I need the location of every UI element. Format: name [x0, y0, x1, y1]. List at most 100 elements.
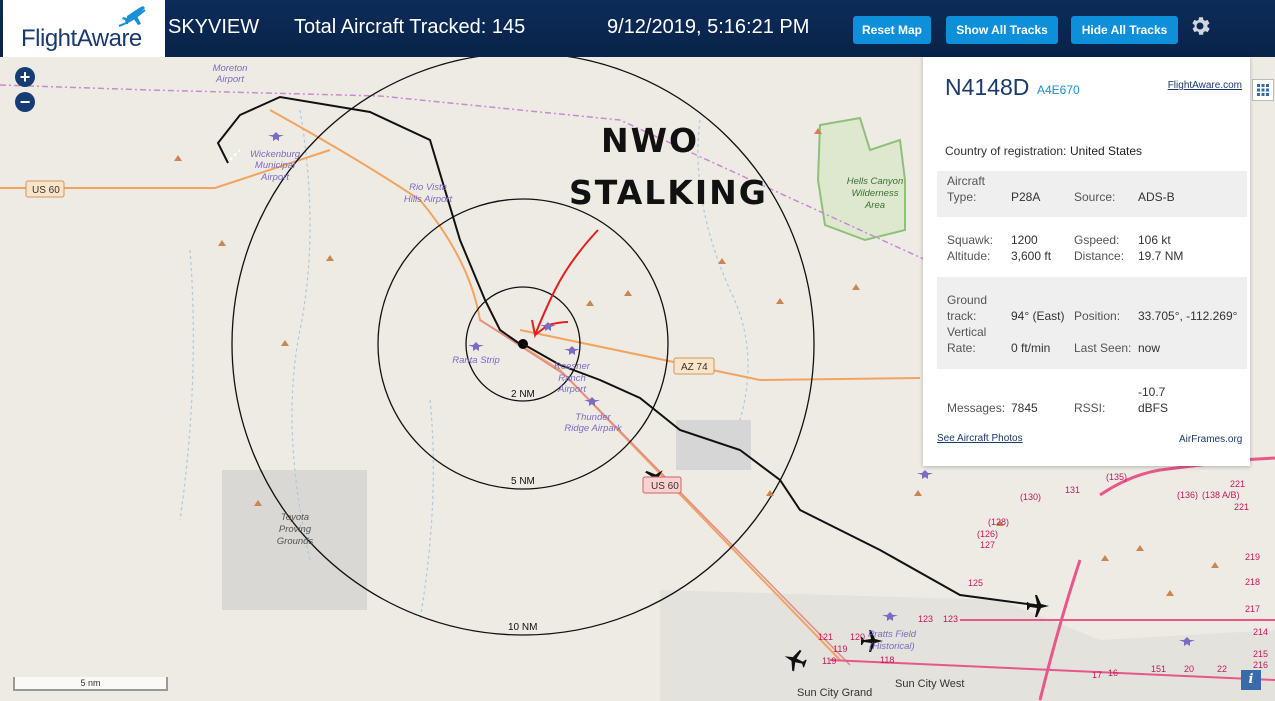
country-label: Country of registration: [945, 144, 1067, 158]
place-label: Pratts Field [868, 629, 917, 640]
vertical-rate-label: Vertical Rate: [947, 325, 987, 355]
place-label: Rio Vista [409, 182, 447, 193]
route-number: 216 [1253, 660, 1268, 670]
place-label: Sun City West [895, 678, 965, 690]
route-number: 119 [822, 656, 836, 666]
route-number: 219 [1245, 552, 1260, 562]
position-value: 33.705°, -112.269° [1138, 309, 1238, 323]
place-label: Airport [215, 74, 244, 85]
top-bar: FlightAware SKYVIEW Total Aircraft Track… [0, 0, 1275, 57]
flightaware-link[interactable]: FlightAware.com [1168, 80, 1242, 91]
gray-block [676, 420, 751, 470]
distance-value: 19.7 NM [1138, 249, 1184, 263]
annotation-text-line1: NWO [601, 121, 700, 160]
route-number: (135) [1106, 472, 1127, 482]
route-number: (128) [988, 517, 1009, 527]
country-value: United States [1070, 144, 1143, 158]
route-number: 215 [1253, 649, 1268, 659]
place-label: Area [864, 200, 885, 211]
logo-text: FlightAware [21, 25, 142, 52]
aircraft-hex: A4E670 [1037, 83, 1080, 97]
range-ring-label: 5 NM [511, 476, 535, 487]
route-number: (136) [1177, 490, 1198, 500]
ground-track-value: 94° (East) [1011, 309, 1065, 323]
place-label: Grounds [277, 536, 314, 547]
route-number: 151 [1151, 664, 1166, 674]
route-number: 125 [968, 578, 983, 588]
route-number: 16 [1108, 668, 1118, 678]
flightaware-logo[interactable]: FlightAware [3, 0, 165, 57]
route-number: 119 [833, 644, 847, 654]
last-seen-label: Last Seen: [1074, 341, 1132, 355]
squawk-label: Squawk: [947, 233, 994, 247]
aircraft-type-label: Aircraft Type: [947, 174, 986, 204]
hide-all-tracks-button[interactable]: Hide All Tracks [1071, 16, 1178, 44]
route-number: 118 [880, 655, 894, 665]
place-label: Moreton [213, 63, 248, 74]
info-icon[interactable]: i [1241, 670, 1261, 690]
place-label: Ranta Strip [452, 355, 500, 366]
show-all-tracks-button[interactable]: Show All Tracks [946, 16, 1058, 44]
route-number: 121 [818, 632, 833, 642]
squawk-value: 1200 [1011, 233, 1038, 247]
route-number: 22 [1217, 664, 1227, 674]
route-number: 221 [1230, 479, 1245, 489]
total-aircraft-tracked: Total Aircraft Tracked: 145 [294, 16, 526, 38]
place-label: (Historical) [869, 641, 914, 652]
messages-value: 7845 [1011, 401, 1038, 415]
place-label: Roesner [554, 361, 591, 372]
messages-label: Messages: [947, 401, 1006, 415]
route-number: 20 [1184, 664, 1194, 674]
gspeed-value: 106 kt [1138, 233, 1171, 247]
place-label: Toyota [281, 512, 309, 523]
see-aircraft-photos-link[interactable]: See Aircraft Photos [937, 433, 1023, 444]
airframes-link[interactable]: AirFrames.org [1179, 432, 1242, 448]
gear-icon[interactable] [1188, 14, 1212, 38]
place-label: Municipal [255, 160, 296, 171]
altitude-label: Altitude: [947, 249, 991, 263]
zoom-in-button[interactable]: + [15, 67, 35, 87]
place-label: Thunder [575, 412, 611, 423]
rssi-label: RSSI: [1074, 401, 1106, 415]
altitude-value: 3,600 ft [1011, 249, 1052, 263]
distance-label: Distance: [1074, 249, 1125, 263]
ground-track-label: Ground track: [947, 293, 988, 323]
route-number: (126) [977, 529, 998, 539]
layers-grid-button[interactable] [1252, 79, 1274, 101]
route-number: 221 [1234, 502, 1249, 512]
grid-icon [1257, 84, 1269, 96]
zoom-out-button[interactable]: − [15, 92, 35, 112]
route-number: 131 [1065, 485, 1080, 495]
route-number: 214 [1253, 627, 1268, 637]
position-label: Position: [1074, 309, 1121, 323]
place-label: Hells Canyon [847, 176, 904, 187]
app-name: SKYVIEW [168, 16, 260, 38]
route-number: 127 [980, 540, 995, 550]
aircraft-type-value: P28A [1011, 190, 1041, 204]
datetime: 9/12/2019, 5:16:21 PM [607, 16, 810, 38]
source-label: Source: [1074, 190, 1116, 204]
reset-map-button[interactable]: Reset Map [853, 16, 931, 44]
scale-bar: 5 nm [13, 677, 168, 691]
place-label: Ranch [558, 373, 585, 384]
place-label: Airport [557, 384, 586, 395]
range-ring-label: 2 NM [511, 389, 535, 400]
route-number: (138 A/B) [1202, 490, 1240, 500]
route-number: 217 [1245, 604, 1260, 614]
route-number: (130) [1020, 492, 1041, 502]
route-number: 17 [1092, 670, 1102, 680]
source-value: ADS-B [1138, 190, 1175, 204]
place-label: Sun City Grand [797, 687, 872, 699]
place-label: Ridge Airpark [564, 423, 622, 434]
vertical-rate-value: 0 ft/min [1011, 341, 1051, 355]
place-label: Hills Airport [404, 194, 453, 205]
place-label: Airport [260, 172, 289, 183]
gspeed-label: Gspeed: [1074, 233, 1120, 247]
route-number: 123 [918, 614, 933, 624]
aircraft-registration: N4148D [945, 74, 1030, 100]
route-number: 123 [943, 614, 958, 624]
road-label: US 60 [32, 185, 60, 196]
road-label: US 60 [651, 481, 679, 492]
road-label: AZ 74 [681, 362, 708, 373]
aircraft-info-panel: N4148D A4E670 FlightAware.com Country of… [923, 57, 1250, 466]
